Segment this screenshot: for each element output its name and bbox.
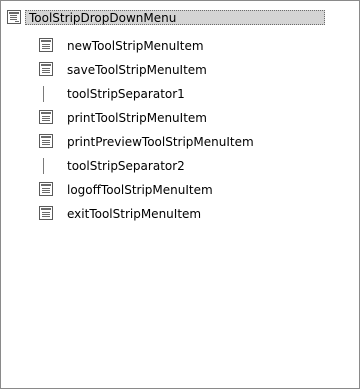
tree-item-label: printToolStripMenuItem	[67, 111, 207, 125]
tree-item-separator2[interactable]: toolStripSeparator2	[39, 154, 359, 178]
tree-item-separator1[interactable]: toolStripSeparator1	[39, 82, 359, 106]
tree-item-print[interactable]: printToolStripMenuItem	[39, 106, 359, 130]
menu-item-icon	[39, 38, 55, 54]
menu-item-icon	[39, 62, 55, 78]
tree-item-label: toolStripSeparator2	[67, 159, 185, 173]
tree-root-label[interactable]: ToolStripDropDownMenu	[25, 9, 325, 25]
document-outline-panel: ToolStripDropDownMenu newToolStripMenuIt…	[0, 0, 360, 389]
separator-line-icon	[39, 86, 55, 102]
menu-item-icon	[39, 206, 55, 222]
tree-item-logoff[interactable]: logoffToolStripMenuItem	[39, 178, 359, 202]
tree-item-label: saveToolStripMenuItem	[67, 63, 207, 77]
tree-item-new[interactable]: newToolStripMenuItem	[39, 34, 359, 58]
separator-line-icon	[39, 158, 55, 174]
tree-item-label: exitToolStripMenuItem	[67, 207, 202, 221]
tree-item-save[interactable]: saveToolStripMenuItem	[39, 58, 359, 82]
tree-item-label: toolStripSeparator1	[67, 87, 185, 101]
menu-item-icon	[39, 110, 55, 126]
tree-root-node[interactable]: ToolStripDropDownMenu	[7, 9, 325, 25]
menu-item-icon	[39, 134, 55, 150]
menu-item-icon	[39, 182, 55, 198]
tree-item-label: newToolStripMenuItem	[67, 39, 204, 53]
tree-item-label: logoffToolStripMenuItem	[67, 183, 213, 197]
tree-item-exit[interactable]: exitToolStripMenuItem	[39, 202, 359, 226]
tree-children: newToolStripMenuItem saveToolStripMenuIt…	[39, 34, 359, 226]
menu-component-icon	[7, 10, 21, 24]
tree-item-print-preview[interactable]: printPreviewToolStripMenuItem	[39, 130, 359, 154]
tree-item-label: printPreviewToolStripMenuItem	[67, 135, 254, 149]
